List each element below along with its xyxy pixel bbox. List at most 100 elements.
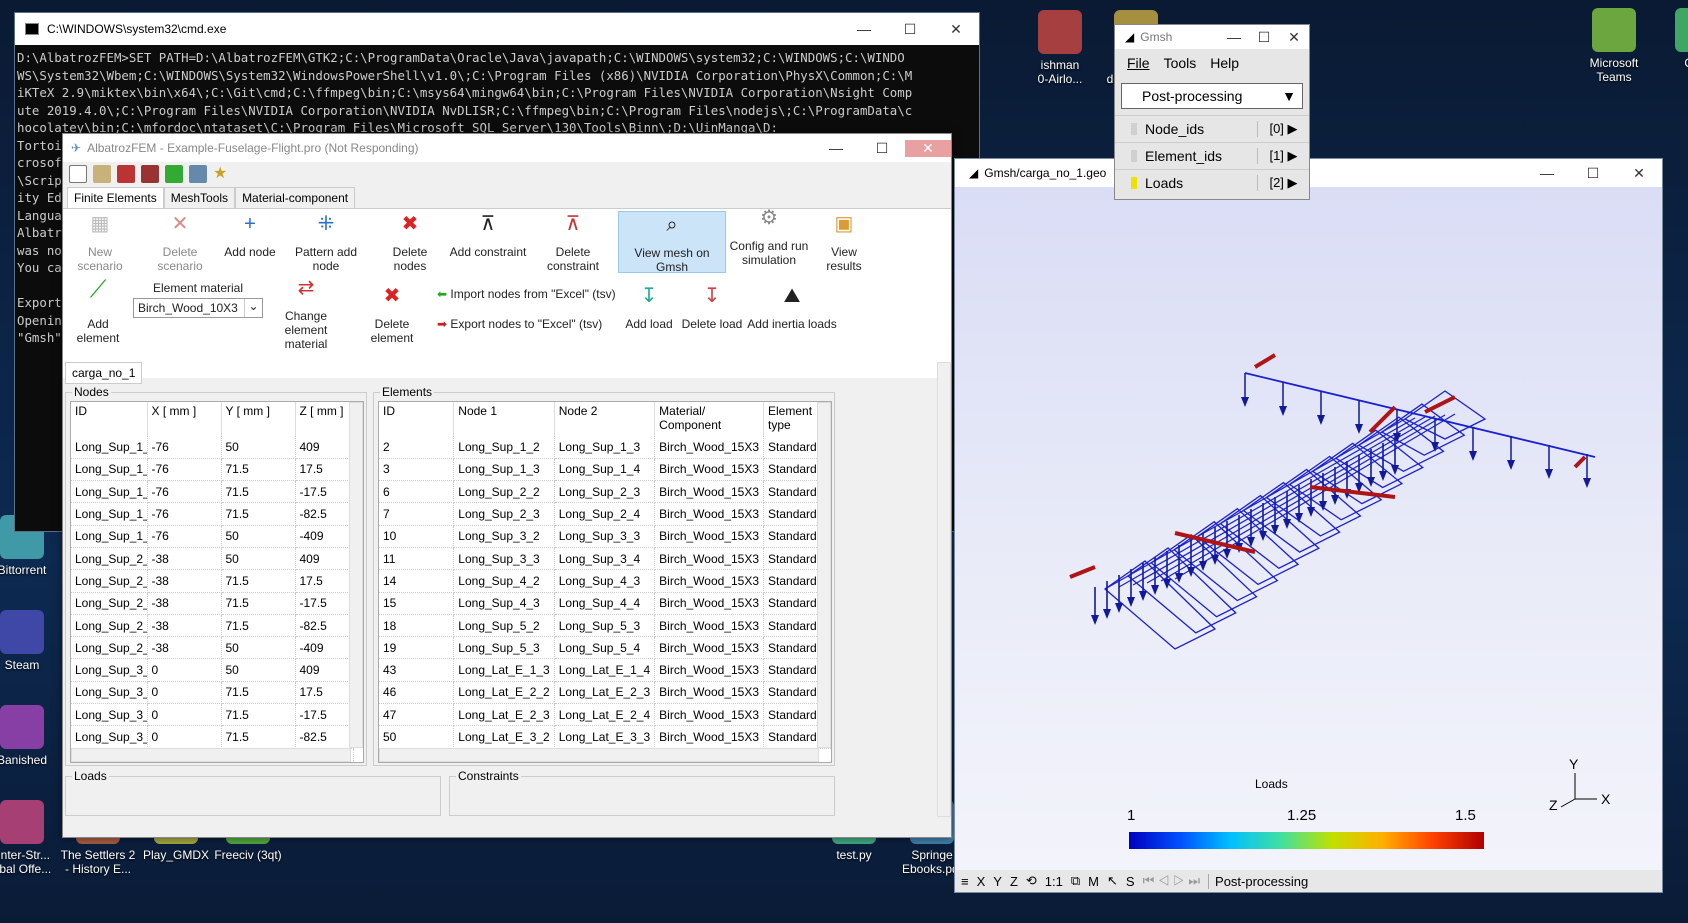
nodes-horizontal-scrollbar[interactable] <box>71 748 351 762</box>
table-cell[interactable]: Long_Sup_3_4 <box>554 547 656 571</box>
table-row[interactable]: Long_Sup_2_5-3850-409 <box>71 636 354 660</box>
elements-horizontal-scrollbar[interactable] <box>379 748 819 762</box>
table-cell[interactable]: Long_Lat_E_1_3 <box>453 658 555 682</box>
delete-element-button[interactable]: ✖ Delete element <box>353 286 431 345</box>
table-cell[interactable]: 47 <box>379 703 455 727</box>
table-row[interactable]: 50 Long_Lat_E_3_2 Long_Lat_E_3_3 Birch_Wood… <box>379 725 831 749</box>
gmsh-view-row[interactable]: Element_ids [1] ▶ <box>1115 142 1309 169</box>
table-cell[interactable]: 50 <box>221 658 296 682</box>
table-cell[interactable]: Long_Sup_4_2 <box>453 569 555 593</box>
table-cell[interactable]: 71.5 <box>221 614 296 638</box>
table-cell[interactable]: 3 <box>379 458 455 482</box>
add-constraint-button[interactable]: ⊼ Add constraint <box>449 214 527 259</box>
view-visibility-icon[interactable] <box>1131 177 1137 189</box>
table-row[interactable]: Long_Sup_3_3071.5-17.5 <box>71 703 354 727</box>
table-row[interactable]: 11 Long_Sup_3_3 Long_Sup_3_4 Birch_Wood_15X… <box>379 547 831 571</box>
import-nodes-button[interactable]: ⬅ Import nodes from "Excel" (tsv) <box>437 287 623 301</box>
close-icon[interactable]: ✕ <box>933 21 979 38</box>
table-cell[interactable]: Long_Lat_E_2_3 <box>554 681 656 705</box>
table-cell[interactable]: 50 <box>221 547 296 571</box>
view-count[interactable]: [0] ▶ <box>1257 121 1309 137</box>
nodes-table[interactable]: ID X [ mm ] Y [ mm ] Z [ mm ] Long_Sup_1… <box>70 401 364 763</box>
table-cell[interactable]: Long_Sup_1_2 <box>453 436 555 459</box>
table-cell[interactable]: Long_Sup_3_2 <box>71 681 148 705</box>
nodes-col-y[interactable]: Y [ mm ] <box>221 402 296 436</box>
menu-tools[interactable]: Tools <box>1164 55 1197 71</box>
maximize-icon[interactable]: ☐ <box>859 140 905 157</box>
table-cell[interactable]: Long_Lat_E_1_4 <box>554 658 656 682</box>
albatroz-window[interactable]: ✈ AlbatrozFEM - Example-Fuselage-Flight.… <box>62 133 952 838</box>
save-as-icon[interactable] <box>141 165 159 183</box>
view-z-button[interactable]: Z <box>1010 874 1018 889</box>
close-icon[interactable]: ✕ <box>905 139 951 157</box>
view-visibility-icon[interactable] <box>1131 123 1137 135</box>
table-cell[interactable]: 409 <box>295 547 354 571</box>
minimize-icon[interactable]: — <box>813 140 859 157</box>
view-x-button[interactable]: X <box>977 874 986 889</box>
table-cell[interactable]: 71.5 <box>221 681 296 705</box>
table-cell[interactable]: Long_Sup_3_3 <box>71 703 148 727</box>
delete-constraint-button[interactable]: ⊼ Delete constraint <box>529 214 617 273</box>
nodes-col-id[interactable]: ID <box>71 402 148 436</box>
table-cell[interactable]: Long_Sup_5_3 <box>453 636 555 660</box>
menu-file[interactable]: File <box>1127 55 1150 71</box>
table-cell[interactable]: 0 <box>147 703 222 727</box>
desktop-icon[interactable]: OBS <box>1655 8 1688 70</box>
table-cell[interactable]: Long_Sup_1_3 <box>71 480 148 504</box>
scenario-tab[interactable]: carga_no_1 <box>65 362 143 384</box>
table-cell[interactable]: Long_Sup_2_3 <box>554 480 656 504</box>
pattern-add-node-button[interactable]: ⁜ Pattern add node <box>281 214 371 273</box>
table-cell[interactable]: 409 <box>295 658 354 682</box>
table-cell[interactable]: 11 <box>379 547 455 571</box>
delete-scenario-button[interactable]: ✕ Delete scenario <box>139 214 221 273</box>
elements-col-node2[interactable]: Node 2 <box>554 402 656 436</box>
tab-material-component[interactable]: Material-component <box>235 187 356 208</box>
minimize-icon[interactable]: — <box>841 21 887 38</box>
table-cell[interactable]: Long_Sup_2_2 <box>71 569 148 593</box>
table-row[interactable]: Long_Sup_2_4-3871.5-82.5 <box>71 614 354 638</box>
export-nodes-button[interactable]: ➡ Export nodes to "Excel" (tsv) <box>437 317 623 331</box>
add-inertia-loads-button[interactable]: ⛰ Add inertia loads <box>747 286 837 331</box>
table-row[interactable]: 18 Long_Sup_5_2 Long_Sup_5_3 Birch_Wood_15X… <box>379 614 831 638</box>
cmd-titlebar[interactable]: C:\WINDOWS\system32\cmd.exe — ☐ ✕ <box>15 13 979 45</box>
table-cell[interactable]: Birch_Wood_15X3 <box>654 725 765 749</box>
table-cell[interactable]: Birch_Wood_15X3 <box>654 636 765 660</box>
gmsh-menu-titlebar[interactable]: ◢ Gmsh — ☐ ✕ <box>1115 25 1309 49</box>
table-cell[interactable]: 19 <box>379 636 455 660</box>
table-cell[interactable]: 0 <box>147 725 222 749</box>
table-row[interactable]: 14 Long_Sup_4_2 Long_Sup_4_3 Birch_Wood_15X… <box>379 569 831 593</box>
table-cell[interactable]: Long_Lat_E_3_3 <box>554 725 656 749</box>
table-cell[interactable]: Long_Sup_2_5 <box>71 636 148 660</box>
table-cell[interactable]: Long_Sup_1_2 <box>71 458 148 482</box>
elements-col-material[interactable]: Material/ Component <box>654 402 765 436</box>
desktop-icon[interactable]: Microsoft Teams <box>1572 8 1656 84</box>
table-cell[interactable]: -76 <box>147 480 222 504</box>
table-cell[interactable]: Long_Sup_3_2 <box>453 525 555 548</box>
table-cell[interactable]: -76 <box>147 502 222 526</box>
table-row[interactable]: Long_Sup_1_1-7650409 <box>71 436 354 459</box>
maximize-icon[interactable]: ☐ <box>1249 29 1279 46</box>
delete-load-button[interactable]: ↧ Delete load <box>681 286 743 331</box>
table-cell[interactable]: -38 <box>147 547 222 571</box>
view-visibility-icon[interactable] <box>1131 150 1137 162</box>
table-row[interactable]: 19 Long_Sup_5_3 Long_Sup_5_4 Birch_Wood_15X… <box>379 636 831 660</box>
tab-meshtools[interactable]: MeshTools <box>163 187 236 208</box>
table-cell[interactable]: -76 <box>147 436 222 459</box>
table-cell[interactable]: Birch_Wood_15X3 <box>654 681 765 705</box>
table-cell[interactable]: Long_Sup_1_4 <box>554 458 656 482</box>
table-cell[interactable]: Long_Sup_2_3 <box>453 502 555 526</box>
table-cell[interactable]: 71.5 <box>221 592 296 615</box>
table-cell[interactable]: 7 <box>379 502 455 526</box>
table-cell[interactable]: Birch_Wood_15X3 <box>654 525 765 548</box>
table-row[interactable]: Long_Sup_3_2071.517.5 <box>71 681 354 705</box>
table-row[interactable]: 2 Long_Sup_1_2 Long_Sup_1_3 Birch_Wood_15X3… <box>379 436 831 459</box>
gmsh-graphics-window[interactable]: ◢ Gmsh/carga_no_1.geo — ☐ ✕ YXZ Loads 1 1.… <box>954 158 1663 893</box>
table-row[interactable]: Long_Sup_3_4071.5-82.5 <box>71 725 354 749</box>
table-cell[interactable]: Long_Sup_3_3 <box>453 547 555 571</box>
mesh-button[interactable]: M <box>1088 874 1099 889</box>
table-cell[interactable]: 71.5 <box>221 725 296 749</box>
table-cell[interactable]: -38 <box>147 592 222 615</box>
nodes-col-x[interactable]: X [ mm ] <box>147 402 222 436</box>
scale-button[interactable]: 1:1 <box>1045 874 1063 889</box>
elements-vertical-scrollbar[interactable] <box>817 402 831 748</box>
